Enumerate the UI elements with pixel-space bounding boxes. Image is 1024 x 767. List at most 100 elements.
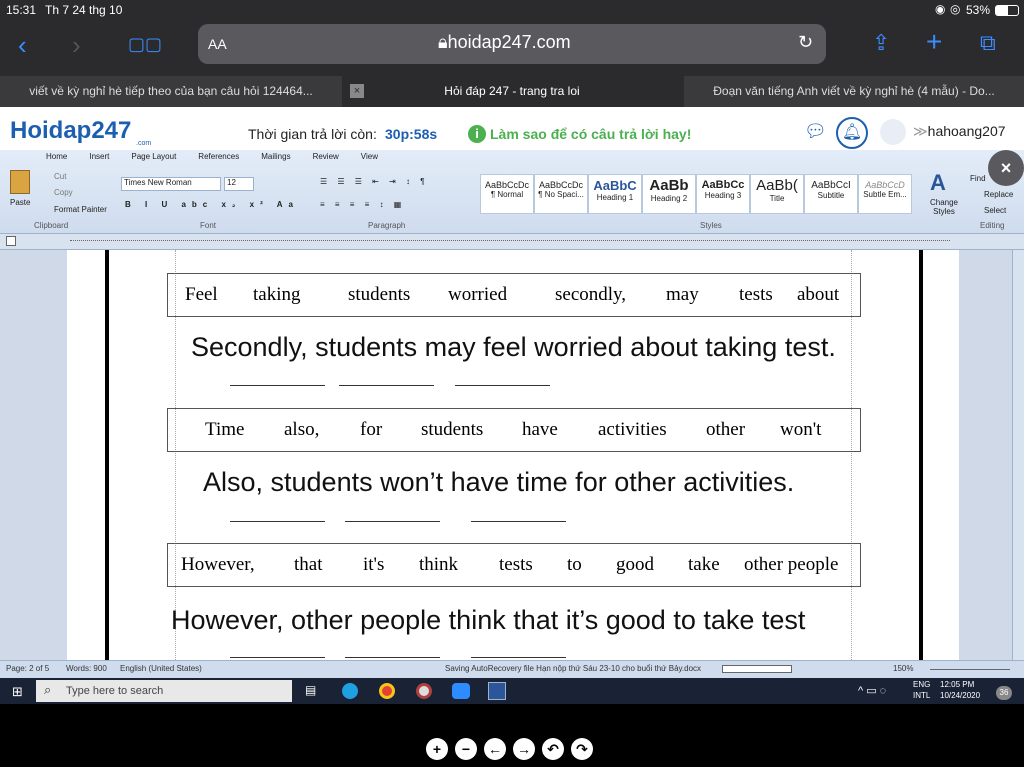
style-preview: AaBbC	[593, 178, 637, 193]
zoom-level[interactable]: 150%	[893, 664, 913, 673]
reader-size-button[interactable]: AA	[208, 36, 227, 52]
site-logo[interactable]: Hoidap247	[10, 117, 131, 145]
page-border-right	[919, 250, 923, 662]
format-painter-button[interactable]: Format Painter	[54, 205, 107, 214]
taskbar-search-input[interactable]: ⌕ Type here to search	[36, 680, 292, 702]
close-tab-icon[interactable]: ×	[350, 84, 364, 98]
ribbon-tab-references[interactable]: References	[198, 152, 239, 161]
ribbon-tab-home[interactable]: Home	[46, 152, 67, 161]
zoom-slider[interactable]	[930, 669, 1010, 670]
style-normal[interactable]: AaBbCcDc ¶ Normal	[480, 174, 534, 214]
cut-button[interactable]: Cut	[54, 172, 66, 181]
media-app-icon[interactable]	[416, 683, 432, 699]
avatar[interactable]	[880, 119, 906, 145]
redo-icon[interactable]: ↷	[571, 738, 593, 760]
tab-1[interactable]: viết về kỳ nghỉ hè tiếp theo của bạn câu…	[0, 76, 342, 107]
zoom-out-icon[interactable]: −	[455, 738, 477, 760]
tab-title: Hỏi đáp 247 - trang tra loi	[444, 84, 580, 98]
change-styles-button[interactable]: Change Styles	[926, 198, 962, 216]
change-styles-icon[interactable]: A	[930, 170, 946, 196]
scramble-word: about	[797, 284, 840, 305]
style-title[interactable]: AaBb(Title	[750, 174, 804, 214]
word-count[interactable]: Words: 900	[66, 664, 107, 673]
arrow-right-icon[interactable]: →	[513, 738, 535, 760]
chevron-down-icon: ≫	[913, 123, 928, 139]
forward-icon[interactable]: ›	[72, 30, 81, 61]
edge-icon[interactable]	[342, 683, 358, 699]
style-heading-2[interactable]: AaBb Heading 2	[642, 174, 696, 214]
ribbon-tab-page-layout[interactable]: Page Layout	[131, 152, 176, 161]
tab-selector-icon[interactable]	[6, 236, 16, 246]
style-name: ¶ Normal	[490, 190, 524, 199]
windows-start-icon[interactable]: ⊞	[12, 684, 23, 700]
tray-icons[interactable]: ^ ▭ ◌	[858, 684, 886, 697]
styles-gallery: AaBbCcDc ¶ Normal AaBbCcDc ¶ No Spaci... A…	[480, 174, 912, 214]
answer-sentence: Secondly, students may feel worried abou…	[191, 332, 836, 362]
arrow-left-icon[interactable]: ←	[484, 738, 506, 760]
scramble-word: good	[616, 554, 654, 575]
font-name-select[interactable]: Times New Roman	[121, 177, 221, 191]
undo-icon[interactable]: ↶	[542, 738, 564, 760]
word-app-icon[interactable]	[488, 682, 506, 700]
input-lang-1[interactable]: ENG	[913, 680, 930, 689]
location-icon: ◎	[950, 2, 961, 16]
copy-button[interactable]: Copy	[54, 188, 73, 197]
input-lang-2[interactable]: INTL	[913, 691, 930, 700]
address-bar[interactable]: AA 🔒︎hoidap247.com ↻	[198, 24, 826, 64]
style-subtle-emphasis[interactable]: AaBbCcD Subtle Em...	[858, 174, 912, 214]
paste-icon[interactable]	[10, 170, 30, 194]
tabs-overview-icon[interactable]: ⧉	[980, 30, 996, 56]
style-no-spacing[interactable]: AaBbCcDc ¶ No Spaci...	[534, 174, 588, 214]
zoom-in-icon[interactable]: +	[426, 738, 448, 760]
word-scramble-box: Feel taking students worried secondly, m…	[167, 273, 861, 317]
ribbon-tab-review[interactable]: Review	[313, 152, 339, 161]
scramble-word: have	[522, 419, 558, 440]
close-icon[interactable]: ×	[988, 150, 1024, 186]
select-button[interactable]: Select	[984, 206, 1006, 215]
style-heading-3[interactable]: AaBbCc Heading 3	[696, 174, 750, 214]
tab-active[interactable]: × Hỏi đáp 247 - trang tra loi	[342, 76, 682, 107]
bookmarks-icon[interactable]: ▢▢	[128, 34, 162, 55]
task-view-icon[interactable]: ▤	[305, 683, 316, 697]
scramble-word: think	[419, 554, 459, 575]
ribbon-tab-mailings[interactable]: Mailings	[261, 152, 290, 161]
reload-icon[interactable]: ↻	[798, 32, 813, 53]
replace-button[interactable]: Replace	[984, 190, 1013, 199]
scramble-word: secondly,	[555, 284, 627, 305]
vertical-scrollbar[interactable]	[1012, 250, 1024, 660]
style-preview: AaBbCcDc	[484, 180, 529, 190]
username[interactable]: ≫hahoang207	[913, 123, 1006, 140]
clock-date[interactable]: 10/24/2020	[940, 691, 980, 700]
language[interactable]: English (United States)	[120, 664, 202, 673]
notification-badge[interactable]: 36	[996, 686, 1012, 700]
timer-value: 30p:58s	[385, 126, 438, 142]
clock-time[interactable]: 12:05 PM	[940, 680, 974, 689]
ribbon-tab-insert[interactable]: Insert	[89, 152, 109, 161]
list-buttons[interactable]: ☰ ☰ ☰ ⇤ ⇥ ↕ ¶	[320, 177, 429, 186]
tab-3[interactable]: Đoạn văn tiếng Anh viết về kỳ nghỉ hè (4…	[684, 76, 1024, 107]
font-size-select[interactable]: 12	[224, 177, 254, 191]
align-buttons[interactable]: ≡ ≡ ≡ ≡ ↕ ▦	[320, 200, 405, 209]
scramble-word: may	[666, 284, 699, 305]
zalo-icon[interactable]	[452, 683, 470, 699]
chrome-icon[interactable]	[379, 683, 395, 699]
style-heading-1[interactable]: AaBbC Heading 1	[588, 174, 642, 214]
find-button[interactable]: Find	[970, 174, 986, 183]
new-tab-icon[interactable]: +	[926, 26, 942, 58]
paste-label[interactable]: Paste	[10, 198, 30, 207]
chat-icon[interactable]: 💬︎	[804, 121, 827, 142]
blank-line	[345, 657, 440, 658]
font-format-buttons[interactable]: B I U abc x₂ x² Aa	[125, 200, 299, 209]
page-count[interactable]: Page: 2 of 5	[6, 664, 49, 673]
back-icon[interactable]: ‹	[18, 30, 27, 61]
scramble-word: for	[360, 419, 383, 440]
notification-bell-icon[interactable]: 🔔︎	[836, 117, 868, 149]
ribbon-tab-view[interactable]: View	[361, 152, 378, 161]
scramble-word: take	[688, 554, 720, 575]
style-subtitle[interactable]: AaBbCcI Subtitle	[804, 174, 858, 214]
document-page: Feel taking students worried secondly, m…	[67, 250, 959, 662]
page-border-left	[105, 250, 109, 662]
style-name: Heading 2	[650, 194, 688, 203]
tip-link[interactable]: Làm sao để có câu trả lời hay!	[490, 126, 691, 142]
share-icon[interactable]: ⇪	[872, 30, 890, 56]
